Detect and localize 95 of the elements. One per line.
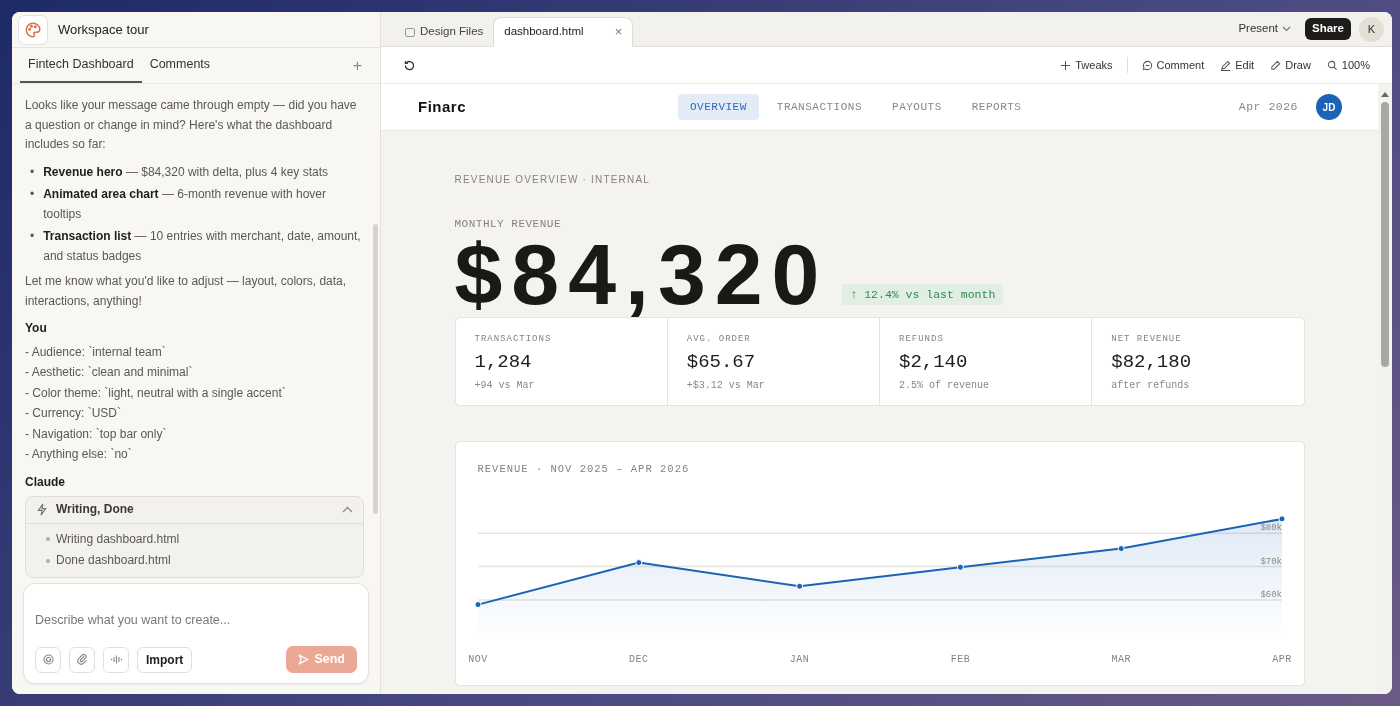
send-icon [298,654,310,665]
import-button[interactable]: Import [137,646,193,673]
stat-value: $65.67 [686,349,757,374]
comment-icon [1141,59,1153,71]
bullet-text: Animated area chart — 6-month revenue with hover tooltips [43,186,327,223]
scroll-thumb[interactable] [1381,102,1389,367]
message-text: Let me know what you'd like to adjust — layout, colors, data, interactions, anything! [25,273,348,310]
window-title: Workspace tour [58,20,149,39]
axis-label: $60k [1259,589,1282,600]
axis-label: FEB [950,654,970,665]
eyebrow-label: REVENUE OVERVIEW · INTERNAL [454,173,652,187]
attach-button[interactable] [69,646,95,673]
axis-label: DEC [628,654,649,665]
chart-title: REVENUE · NOV 2025 – APR 2026 [477,462,691,478]
panel-tab[interactable]: Comments [141,48,219,83]
lightning-icon [36,503,48,517]
stat-value: $82,180 [1111,349,1193,374]
message-line: - Currency: `USD` [25,405,122,422]
message-composer[interactable]: Describe what you want to create... Import Send [23,583,369,684]
data-point[interactable] [1117,545,1125,553]
brand-logo: Finarc [418,96,467,117]
bullet-marker: • [30,186,35,203]
stat-note: 2.5% of revenue [899,378,990,393]
gear-icon [41,653,55,666]
scrollbar[interactable] [373,224,378,514]
close-icon[interactable]: × [614,22,623,42]
axis-label: JAN [789,654,809,665]
present-button[interactable]: Present [1232,19,1298,39]
scrollbar[interactable] [1378,84,1392,694]
bullet-text: Transaction list — 10 entries with merchant, date, amount, and status badges [43,228,362,265]
message-line: - Color theme: `light, neutral with a single accent` [25,384,287,402]
dot-icon [46,537,50,542]
share-button[interactable]: Share [1305,18,1351,40]
message-line: - Navigation: `top bar only` [25,425,168,443]
data-point[interactable] [474,601,481,609]
stat-label: AVG. ORDER [686,333,752,347]
message-text: Looks like your message came through empty — did you have a question or change in mind? Here's what the dashboard includes so far: [25,97,358,153]
stat-label: REFUNDS [899,333,945,347]
axis-label: MAR [1110,654,1131,665]
folder-icon [405,27,415,37]
nav-tab[interactable]: OVERVIEW [678,93,759,121]
scroll-up-icon[interactable] [1381,92,1389,97]
toolbar-button[interactable]: 100% [1318,56,1378,74]
axis-label: $70k [1259,556,1282,567]
stat-value: 1,284 [474,349,533,374]
nav-tab[interactable]: PAYOUTS [880,93,954,121]
data-point[interactable] [634,559,642,567]
file-tab[interactable]: Design Files [395,17,494,47]
toolbar-button[interactable]: Comment [1133,56,1213,74]
message-line: - Audience: `internal team` [25,343,167,361]
data-point[interactable] [1278,515,1285,523]
axis-label: NOV [467,654,488,665]
message-line: - Aesthetic: `clean and minimal` [25,364,194,381]
toolbar-button[interactable]: Tweaks [1052,56,1121,74]
user-avatar[interactable]: JD [1316,94,1342,120]
stat-note: after refunds [1111,378,1191,393]
panel-tab[interactable]: Fintech Dashboard [20,48,142,83]
paperclip-icon [75,653,89,666]
stat-note: +94 vs Mar [474,378,536,393]
author-label: Claude [25,473,66,491]
user-avatar[interactable]: K [1359,16,1384,42]
tool-item: Writing dashboard.html [56,530,180,548]
tool-item: Done dashboard.html [56,552,171,569]
search-icon [1326,59,1338,71]
bullet-marker: • [30,228,35,245]
stat-label: NET REVENUE [1111,333,1183,347]
nav-tab[interactable]: REPORTS [959,93,1034,121]
message-line: - Anything else: `no` [25,446,133,463]
author-label: You [25,320,48,337]
file-tab[interactable]: dashboard.html × [493,17,634,47]
toolbar-button[interactable]: Edit [1212,56,1263,74]
pen-icon [1220,59,1232,71]
settings-button[interactable] [35,646,61,673]
waveform-icon [109,653,123,666]
metric-label: MONTHLY REVENUE [454,217,563,232]
date-label: Apr 2026 [1238,99,1298,116]
axis-label: APR [1271,654,1292,665]
axis-label: $80k [1259,523,1282,534]
data-point[interactable] [795,582,803,590]
dot-icon [46,558,50,563]
tool-group-header[interactable]: Writing, Done [26,497,363,524]
bullet-marker: • [30,163,35,181]
chevron-down-icon [1282,26,1292,32]
stat-note: +$3.12 vs Mar [686,378,766,393]
stat-value: $2,140 [899,349,969,374]
pencil-icon [1270,59,1282,71]
data-point[interactable] [956,563,964,571]
bullet-text: Revenue hero — $84,320 with delta, plus 4 key stats [43,163,328,181]
nav-tab[interactable]: TRANSACTIONS [764,93,875,121]
toolbar-button[interactable]: Draw [1262,56,1319,74]
chevron-icon [342,506,353,514]
stat-label: TRANSACTIONS [474,333,553,347]
delta-badge: ↑ 12.4% vs last month [842,284,1004,306]
reload-icon [403,58,416,72]
plus-icon [1060,59,1072,71]
